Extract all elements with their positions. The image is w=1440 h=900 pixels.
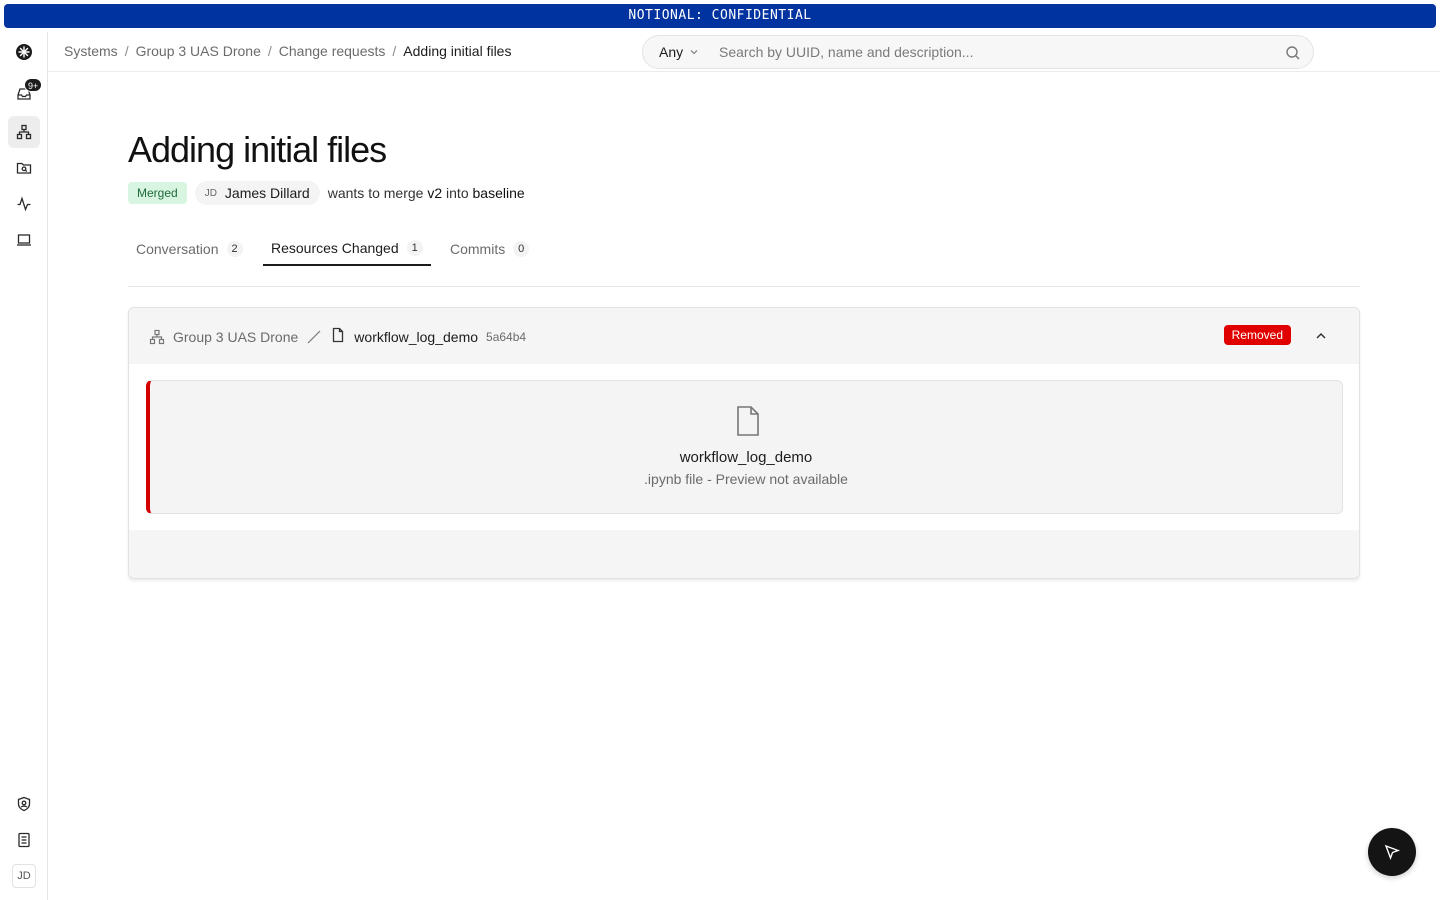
search-scope-value: Any [659, 44, 684, 60]
tab-label: Resources Changed [271, 240, 399, 256]
breadcrumb-systems[interactable]: Systems [64, 43, 118, 59]
systems-icon [16, 124, 32, 140]
file-icon [737, 406, 759, 436]
author-name: James Dillard [224, 185, 310, 201]
removed-badge: Removed [1223, 325, 1291, 345]
file-preview: workflow_log_demo .ipynb file - Preview … [146, 380, 1343, 514]
cursor-mode-button[interactable] [1368, 828, 1416, 876]
target-branch: baseline [472, 185, 525, 201]
tab-commits[interactable]: Commits 0 [442, 232, 537, 266]
search-icon[interactable] [1285, 45, 1301, 61]
chevron-up-icon[interactable] [1313, 328, 1329, 344]
folder-search-icon [16, 162, 32, 174]
user-avatar[interactable]: JD [12, 864, 36, 888]
page-title: Adding initial files [128, 129, 387, 170]
shield-user-icon [17, 796, 31, 812]
tab-conversation[interactable]: Conversation 2 [128, 232, 251, 266]
docs-icon [18, 832, 30, 848]
search-input[interactable] [719, 44, 1279, 60]
sidebar: 9+ JD [0, 32, 48, 900]
tab-resources-changed[interactable]: Resources Changed 1 [263, 232, 431, 266]
pointer-icon [1384, 844, 1401, 861]
sidebar-item-admin[interactable] [8, 788, 40, 820]
sidebar-item-inbox[interactable]: 9+ [8, 78, 43, 110]
file-icon [333, 327, 344, 343]
sidebar-item-systems[interactable] [8, 116, 40, 148]
systems-icon [149, 329, 165, 344]
app-logo-icon[interactable] [8, 36, 40, 68]
resource-change-card: Group 3 UAS Drone workflow_log_demo 5a64… [128, 307, 1360, 579]
search-scope-dropdown[interactable]: Any [643, 44, 719, 60]
breadcrumb-separator: / [124, 43, 129, 59]
logo-icon [16, 44, 32, 60]
sidebar-item-docs[interactable] [8, 824, 40, 856]
merge-description: wants to merge v2 into baseline [327, 185, 525, 201]
notifications-badge: 9+ [24, 78, 43, 92]
resource-card-body: workflow_log_demo .ipynb file - Preview … [129, 364, 1359, 530]
global-search: Any [642, 35, 1314, 69]
resource-hash: 5a64b4 [486, 329, 527, 344]
resource-path: Group 3 UAS Drone workflow_log_demo 5a64… [149, 327, 526, 346]
preview-unavailable-note: .ipynb file - Preview not available [644, 471, 848, 487]
status-badge: Merged [128, 182, 187, 204]
author-chip[interactable]: JD James Dillard [194, 181, 320, 205]
resource-file-name[interactable]: workflow_log_demo [354, 329, 478, 345]
breadcrumb-system[interactable]: Group 3 UAS Drone [136, 43, 261, 59]
top-bar: Systems / Group 3 UAS Drone / Change req… [48, 32, 1440, 72]
sidebar-item-file-search[interactable] [8, 152, 40, 184]
chevron-down-icon [690, 50, 698, 55]
tab-bar: Conversation 2 Resources Changed 1 Commi… [128, 232, 1360, 287]
tab-label: Commits [450, 241, 506, 257]
source-branch: v2 [427, 185, 443, 201]
breadcrumb-separator: / [267, 43, 272, 59]
sidebar-item-devices[interactable] [8, 224, 40, 256]
activity-icon [17, 196, 31, 212]
breadcrumb-change-requests[interactable]: Change requests [279, 43, 386, 59]
path-separator-icon [307, 330, 321, 343]
tab-count: 0 [513, 241, 530, 257]
tab-count: 1 [406, 240, 423, 256]
tab-count: 2 [226, 241, 243, 257]
tab-label: Conversation [136, 241, 219, 257]
breadcrumb: Systems / Group 3 UAS Drone / Change req… [64, 43, 511, 59]
classification-banner: NOTIONAL: CONFIDENTIAL [4, 4, 1436, 28]
resource-card-header[interactable]: Group 3 UAS Drone workflow_log_demo 5a64… [129, 308, 1359, 364]
resource-system-name: Group 3 UAS Drone [173, 328, 299, 345]
preview-file-name: workflow_log_demo [679, 449, 813, 466]
breadcrumb-current: Adding initial files [403, 43, 512, 59]
change-request-meta: Merged JD James Dillard wants to merge v… [128, 181, 525, 205]
file-icon-wrap [330, 327, 346, 346]
breadcrumb-separator: / [392, 43, 397, 59]
laptop-icon [17, 234, 31, 246]
author-avatar: JD [204, 187, 217, 199]
sidebar-item-activity[interactable] [8, 188, 40, 220]
